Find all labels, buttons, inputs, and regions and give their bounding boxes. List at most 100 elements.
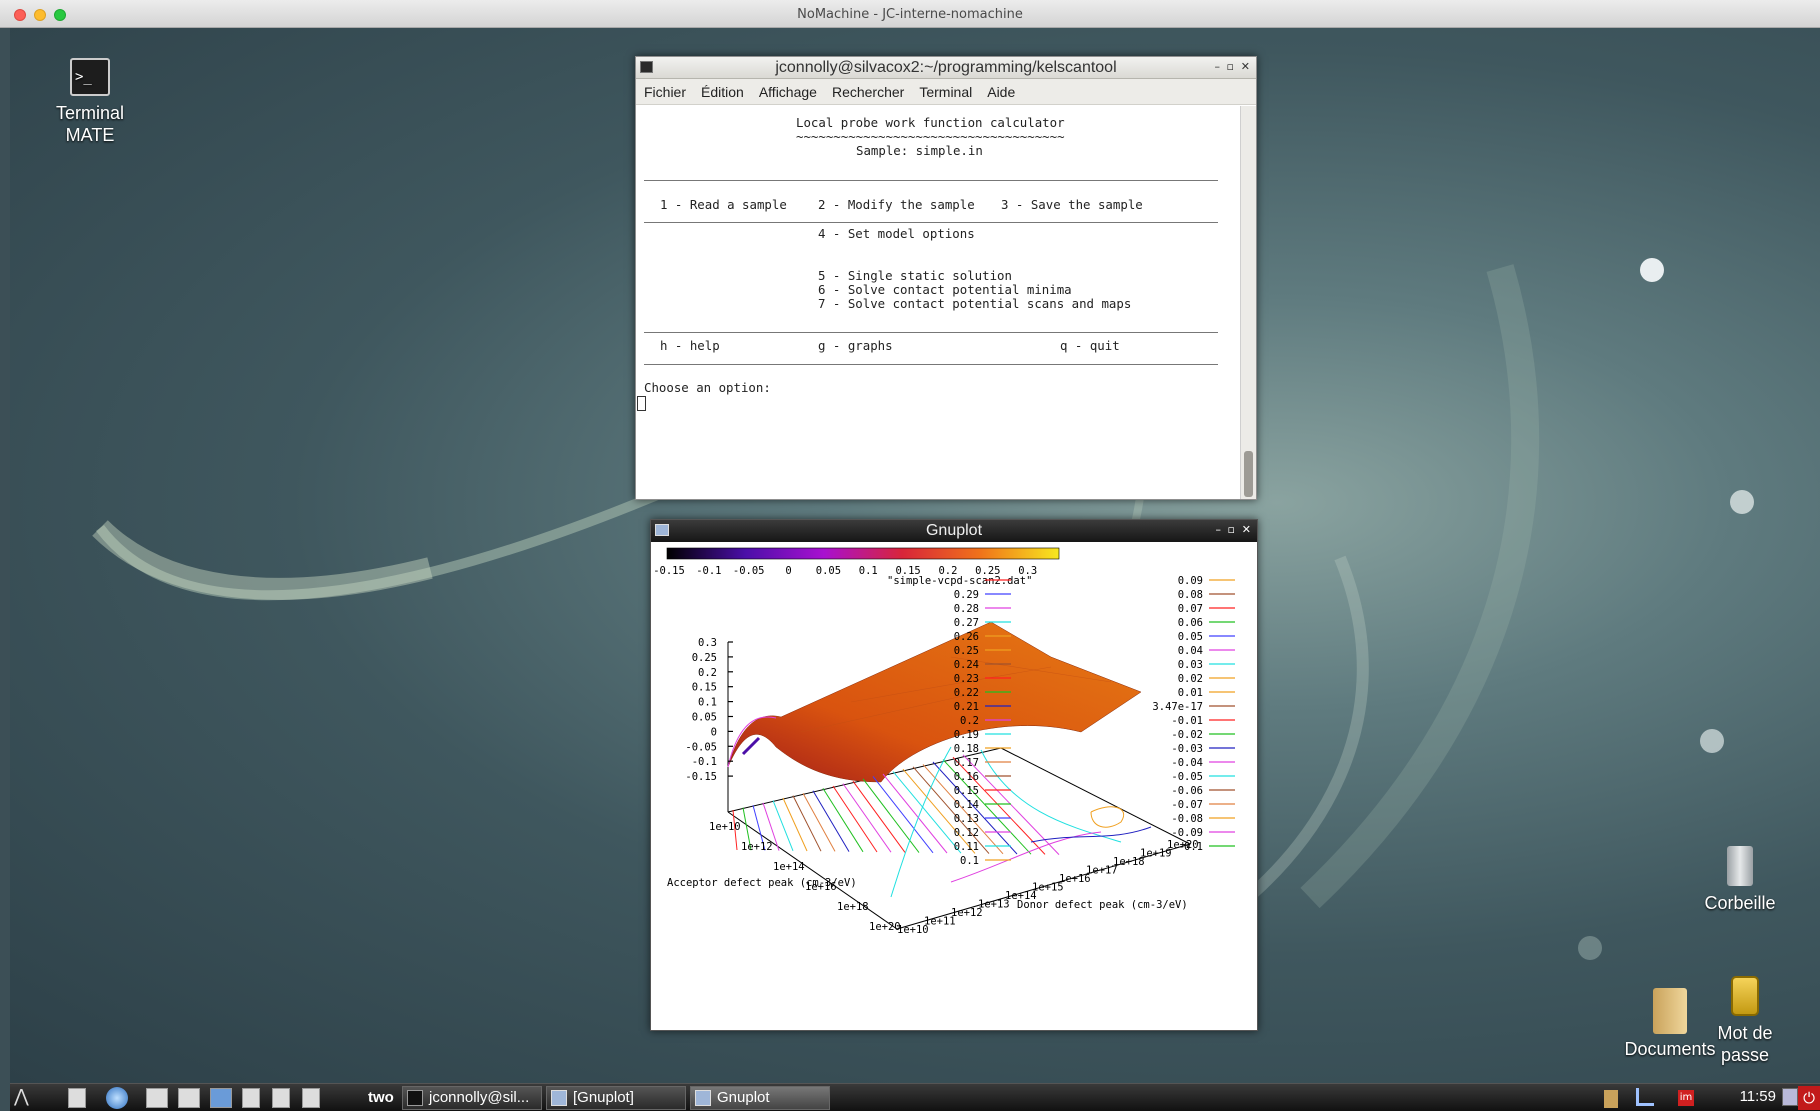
minimize-icon[interactable]: –	[1215, 60, 1221, 73]
heading-underline: ~~~~~~~~~~~~~~~~~~~~~~~~~~~~~~~~~~~~	[796, 129, 1065, 144]
legend-label: 0.13	[954, 813, 979, 825]
taskbar-window-terminal[interactable]: jconnolly@sil...	[402, 1086, 542, 1110]
desktop-icon-passwords[interactable]: Mot de passe	[1690, 976, 1800, 1066]
menu-affichage[interactable]: Affichage	[759, 84, 817, 100]
close-icon[interactable]: ✕	[1241, 60, 1250, 73]
desktop: >_ Terminal MATE Corbeille Documents Mot…	[10, 28, 1820, 1083]
legend-label: 0.16	[954, 771, 979, 783]
colorbar-tick-label: -0.05	[733, 565, 765, 577]
surface-plot	[727, 621, 1142, 783]
gnuplot-titlebar[interactable]: Gnuplot – ▫ ✕	[651, 520, 1257, 542]
terminal-output[interactable]: Local probe work function calculator ~~~…	[636, 106, 1241, 499]
terminal-icon: >_	[70, 58, 110, 96]
series-title: "simple-vcpd-scan2.dat"	[887, 575, 1032, 587]
sample-name: Sample: simple.in	[856, 143, 983, 158]
legend-label: -0.09	[1171, 827, 1203, 839]
legend-label: -0.04	[1171, 757, 1203, 769]
taskbar-window-label: [Gnuplot]	[573, 1089, 634, 1106]
network-icon[interactable]	[1636, 1088, 1654, 1106]
colorbar-tick-label: 0.1	[859, 565, 878, 577]
desktop-icon-trash[interactable]: Corbeille	[1680, 846, 1800, 914]
show-desktop-icon[interactable]	[68, 1088, 86, 1108]
colorbar-tick-label: -0.15	[653, 565, 685, 577]
input-method-icon[interactable]: im	[1678, 1090, 1694, 1106]
legend-label: 0.08	[1178, 589, 1203, 601]
menu-option-5: 5 - Single static solution	[818, 268, 1012, 283]
divider	[644, 364, 1218, 365]
legend-label: 0.23	[954, 673, 979, 685]
contour-line	[1030, 826, 1152, 843]
legend-label: 0.27	[954, 617, 979, 629]
legend-label: -0.05	[1171, 771, 1203, 783]
menu-edition[interactable]: Édition	[701, 84, 744, 100]
menu-terminal[interactable]: Terminal	[919, 84, 972, 100]
legend-label: 0.1	[960, 855, 979, 867]
menu-aide[interactable]: Aide	[987, 84, 1015, 100]
menu-option-6: 6 - Solve contact potential minima	[818, 282, 1072, 297]
workspace-icon[interactable]	[272, 1088, 290, 1108]
divider	[644, 332, 1218, 333]
workspace-icon[interactable]	[178, 1088, 200, 1108]
legend-label: 0.11	[954, 841, 979, 853]
menu-rechercher[interactable]: Rechercher	[832, 84, 904, 100]
contour-line	[882, 773, 948, 854]
z-tick-label: -0.15	[685, 771, 717, 783]
donor-axis-label: Donor defect peak (cm-3/eV)	[1017, 899, 1188, 911]
desktop-icon-label: Corbeille	[1704, 893, 1776, 913]
maximize-icon[interactable]: ▫	[1228, 523, 1235, 536]
legend-label: 0.01	[1178, 687, 1203, 699]
close-icon[interactable]: ✕	[1242, 523, 1251, 536]
legend-label: -0.01	[1171, 715, 1203, 727]
terminal-titlebar[interactable]: jconnolly@silvacox2:~/programming/kelsca…	[636, 57, 1256, 79]
contour-line	[872, 776, 934, 854]
legend-label: -0.02	[1171, 729, 1203, 741]
minimize-icon[interactable]: –	[1216, 523, 1222, 536]
z-tick-label: 0.1	[698, 697, 717, 709]
desktop-icon-label: passe	[1720, 1045, 1770, 1065]
desktop-icon-label: Terminal	[55, 103, 125, 123]
power-icon[interactable]: ⏻	[1798, 1086, 1820, 1110]
z-tick-label: 0.3	[698, 637, 717, 649]
taskbar-window-gnuplot-2[interactable]: Gnuplot	[690, 1086, 830, 1110]
menu-fichier[interactable]: Fichier	[644, 84, 686, 100]
colorbar-tick-label: -0.1	[696, 565, 721, 577]
z-tick-label: 0.15	[692, 682, 717, 694]
gnuplot-canvas[interactable]: -0.15 -0.1 -0.05 0 0.05 0.1 0.15 0.2 0.25 0.3	[651, 542, 1257, 1030]
acceptor-tick-label: 1e+20	[869, 921, 901, 933]
maximize-icon[interactable]: ▫	[1227, 60, 1234, 73]
legend-label: 0.05	[1178, 631, 1203, 643]
workspace-name[interactable]: two	[368, 1089, 394, 1106]
donor-tick-label: 1e+20	[1167, 839, 1199, 851]
z-tick-label: -0.05	[685, 741, 717, 753]
legend-right: 0.09 0.08 0.07 0.06 0.05 0.04 0.03 0.02 0.01 3.47…	[1152, 575, 1235, 853]
legend-label: 0.24	[954, 659, 979, 671]
workspace-icon[interactable]	[146, 1088, 168, 1108]
workspace-icon[interactable]	[210, 1088, 232, 1108]
terminal-window[interactable]: jconnolly@silvacox2:~/programming/kelsca…	[635, 56, 1257, 500]
clipboard-icon[interactable]	[1604, 1090, 1618, 1108]
legend-label: 0.28	[954, 603, 979, 615]
window-icon	[551, 1090, 567, 1106]
desktop-icon-terminal[interactable]: >_ Terminal MATE	[30, 58, 150, 146]
browser-icon[interactable]	[106, 1087, 128, 1109]
menu-option-4: 4 - Set model options	[818, 226, 975, 241]
z-tick-label: 0.25	[692, 652, 717, 664]
terminal-scrollbar[interactable]	[1240, 106, 1256, 499]
workspace-icon[interactable]	[302, 1088, 320, 1108]
legend-label: 0.12	[954, 827, 979, 839]
scrollbar-thumb[interactable]	[1244, 451, 1253, 497]
contour-line	[772, 800, 794, 851]
workspace-icon[interactable]	[242, 1088, 260, 1108]
legend-label: 0.19	[954, 729, 979, 741]
menu-option-7: 7 - Solve contact potential scans and ma…	[818, 296, 1132, 311]
gnuplot-window[interactable]: Gnuplot – ▫ ✕ -0.15 -0.1 -0.05 0 0.05 0.…	[650, 519, 1258, 1031]
menu-option-3: 3 - Save the sample	[1001, 197, 1143, 212]
legend-label: 0.07	[1178, 603, 1203, 615]
lock-screen-icon[interactable]	[1782, 1088, 1798, 1106]
contour-line	[832, 785, 878, 853]
menu-launcher-icon[interactable]: ⋀	[14, 1086, 54, 1110]
help-option: h - help	[660, 338, 720, 353]
acceptor-tick-label: 1e+12	[741, 841, 773, 853]
program-heading: Local probe work function calculator	[796, 115, 1065, 130]
taskbar-window-gnuplot-1[interactable]: [Gnuplot]	[546, 1086, 686, 1110]
